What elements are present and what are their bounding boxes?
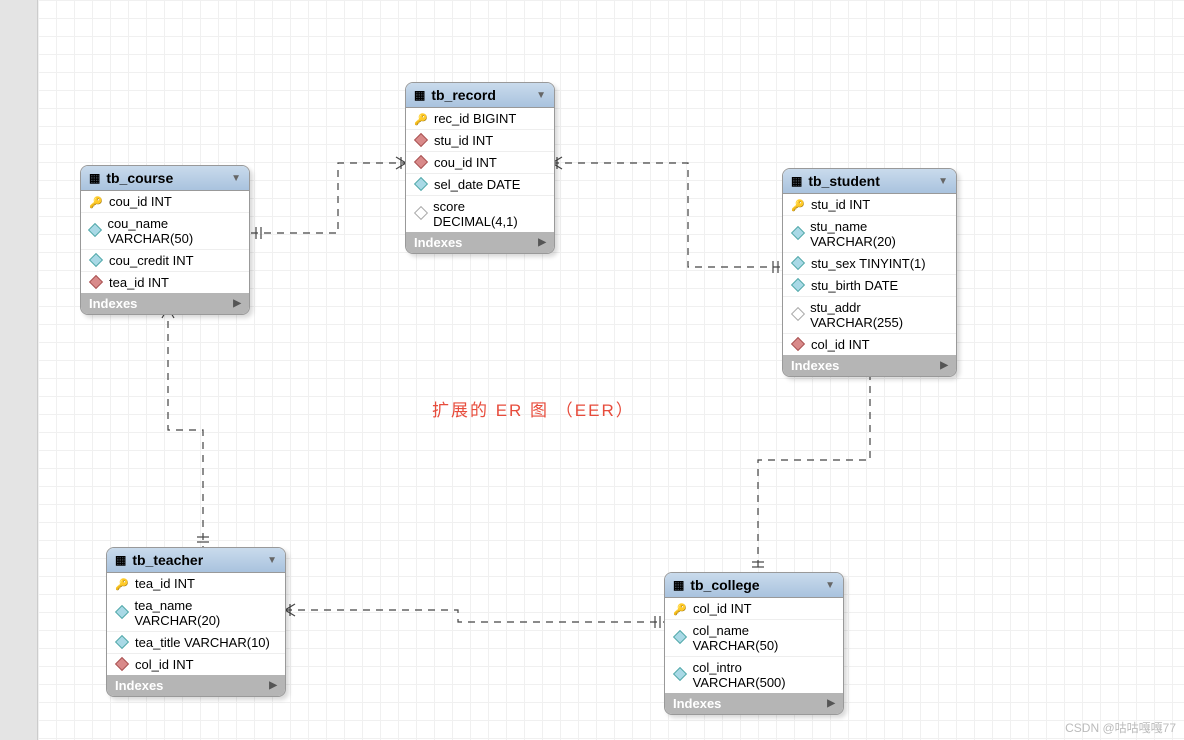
entity-header[interactable]: ▦ tb_teacher ▼: [107, 548, 285, 573]
indexes-section[interactable]: Indexes▶: [406, 232, 554, 253]
column-row: cou_id INT: [81, 191, 249, 213]
fk-icon: [89, 274, 103, 288]
chevron-down-icon: ▼: [938, 176, 948, 187]
left-gutter: [0, 0, 38, 740]
column-row: sel_date DATE: [406, 174, 554, 196]
key-icon: [414, 112, 428, 126]
column-row: rec_id BIGINT: [406, 108, 554, 130]
column-row: col_id INT: [783, 334, 956, 355]
annotation-text: 扩展的 ER 图 （EER）: [432, 396, 635, 421]
diamond-icon: [115, 634, 129, 648]
entity-tb-student[interactable]: ▦ tb_student ▼ stu_id INT stu_name VARCH…: [782, 168, 957, 377]
indexes-section[interactable]: Indexes▶: [783, 355, 956, 376]
column-row: col_id INT: [107, 654, 285, 675]
diamond-icon: [89, 252, 103, 266]
column-row: col_name VARCHAR(50): [665, 620, 843, 657]
fk-icon: [414, 154, 428, 168]
column-row: tea_id INT: [81, 272, 249, 293]
table-icon: ▦: [89, 171, 100, 185]
entity-header[interactable]: ▦ tb_student ▼: [783, 169, 956, 194]
column-row: cou_name VARCHAR(50): [81, 213, 249, 250]
entity-title: tb_record: [431, 87, 496, 103]
entity-tb-college[interactable]: ▦ tb_college ▼ col_id INT col_name VARCH…: [664, 572, 844, 715]
diamond-icon: [88, 223, 102, 237]
diamond-icon: [791, 255, 805, 269]
column-row: stu_birth DATE: [783, 275, 956, 297]
entity-header[interactable]: ▦ tb_record ▼: [406, 83, 554, 108]
column-row: tea_title VARCHAR(10): [107, 632, 285, 654]
entity-body: stu_id INT stu_name VARCHAR(20) stu_sex …: [783, 194, 956, 355]
table-icon: ▦: [414, 88, 425, 102]
chevron-down-icon: ▼: [536, 90, 546, 101]
entity-body: cou_id INT cou_name VARCHAR(50) cou_cred…: [81, 191, 249, 293]
watermark: CSDN @咕咕嘎嘎77: [1065, 719, 1176, 736]
key-icon: [89, 195, 103, 209]
entity-tb-course[interactable]: ▦ tb_course ▼ cou_id INT cou_name VARCHA…: [80, 165, 250, 315]
entity-title: tb_teacher: [132, 552, 203, 568]
entity-title: tb_course: [106, 170, 173, 186]
column-row: tea_id INT: [107, 573, 285, 595]
diamond-icon: [791, 277, 805, 291]
chevron-right-icon: ▶: [827, 698, 835, 709]
chevron-right-icon: ▶: [940, 360, 948, 371]
chevron-down-icon: ▼: [267, 555, 277, 566]
chevron-down-icon: ▼: [825, 580, 835, 591]
chevron-right-icon: ▶: [233, 298, 241, 309]
key-icon: [791, 198, 805, 212]
column-row: stu_name VARCHAR(20): [783, 216, 956, 253]
table-icon: ▦: [791, 174, 802, 188]
diamond-icon: [115, 605, 129, 619]
diamond-icon: [414, 176, 428, 190]
entity-body: rec_id BIGINT stu_id INT cou_id INT sel_…: [406, 108, 554, 232]
entity-body: tea_id INT tea_name VARCHAR(20) tea_titl…: [107, 573, 285, 675]
key-icon: [115, 577, 129, 591]
diamond-icon: [790, 307, 804, 321]
entity-title: tb_college: [690, 577, 759, 593]
column-row: tea_name VARCHAR(20): [107, 595, 285, 632]
column-row: stu_id INT: [406, 130, 554, 152]
diamond-icon: [673, 630, 687, 644]
entity-header[interactable]: ▦ tb_course ▼: [81, 166, 249, 191]
column-row: col_intro VARCHAR(500): [665, 657, 843, 693]
diamond-icon: [673, 667, 687, 681]
diamond-icon: [414, 206, 428, 220]
column-row: col_id INT: [665, 598, 843, 620]
entity-body: col_id INT col_name VARCHAR(50) col_intr…: [665, 598, 843, 693]
indexes-section[interactable]: Indexes▶: [665, 693, 843, 714]
key-icon: [673, 602, 687, 616]
column-row: cou_id INT: [406, 152, 554, 174]
column-row: score DECIMAL(4,1): [406, 196, 554, 232]
entity-title: tb_student: [808, 173, 880, 189]
column-row: stu_id INT: [783, 194, 956, 216]
fk-icon: [791, 336, 805, 350]
entity-header[interactable]: ▦ tb_college ▼: [665, 573, 843, 598]
table-icon: ▦: [673, 578, 684, 592]
fk-icon: [115, 656, 129, 670]
fk-icon: [414, 132, 428, 146]
chevron-right-icon: ▶: [269, 680, 277, 691]
indexes-section[interactable]: Indexes▶: [107, 675, 285, 696]
chevron-right-icon: ▶: [538, 237, 546, 248]
column-row: stu_addr VARCHAR(255): [783, 297, 956, 334]
table-icon: ▦: [115, 553, 126, 567]
indexes-section[interactable]: Indexes▶: [81, 293, 249, 314]
column-row: cou_credit INT: [81, 250, 249, 272]
chevron-down-icon: ▼: [231, 173, 241, 184]
entity-tb-teacher[interactable]: ▦ tb_teacher ▼ tea_id INT tea_name VARCH…: [106, 547, 286, 697]
diamond-icon: [791, 226, 805, 240]
column-row: stu_sex TINYINT(1): [783, 253, 956, 275]
entity-tb-record[interactable]: ▦ tb_record ▼ rec_id BIGINT stu_id INT c…: [405, 82, 555, 254]
